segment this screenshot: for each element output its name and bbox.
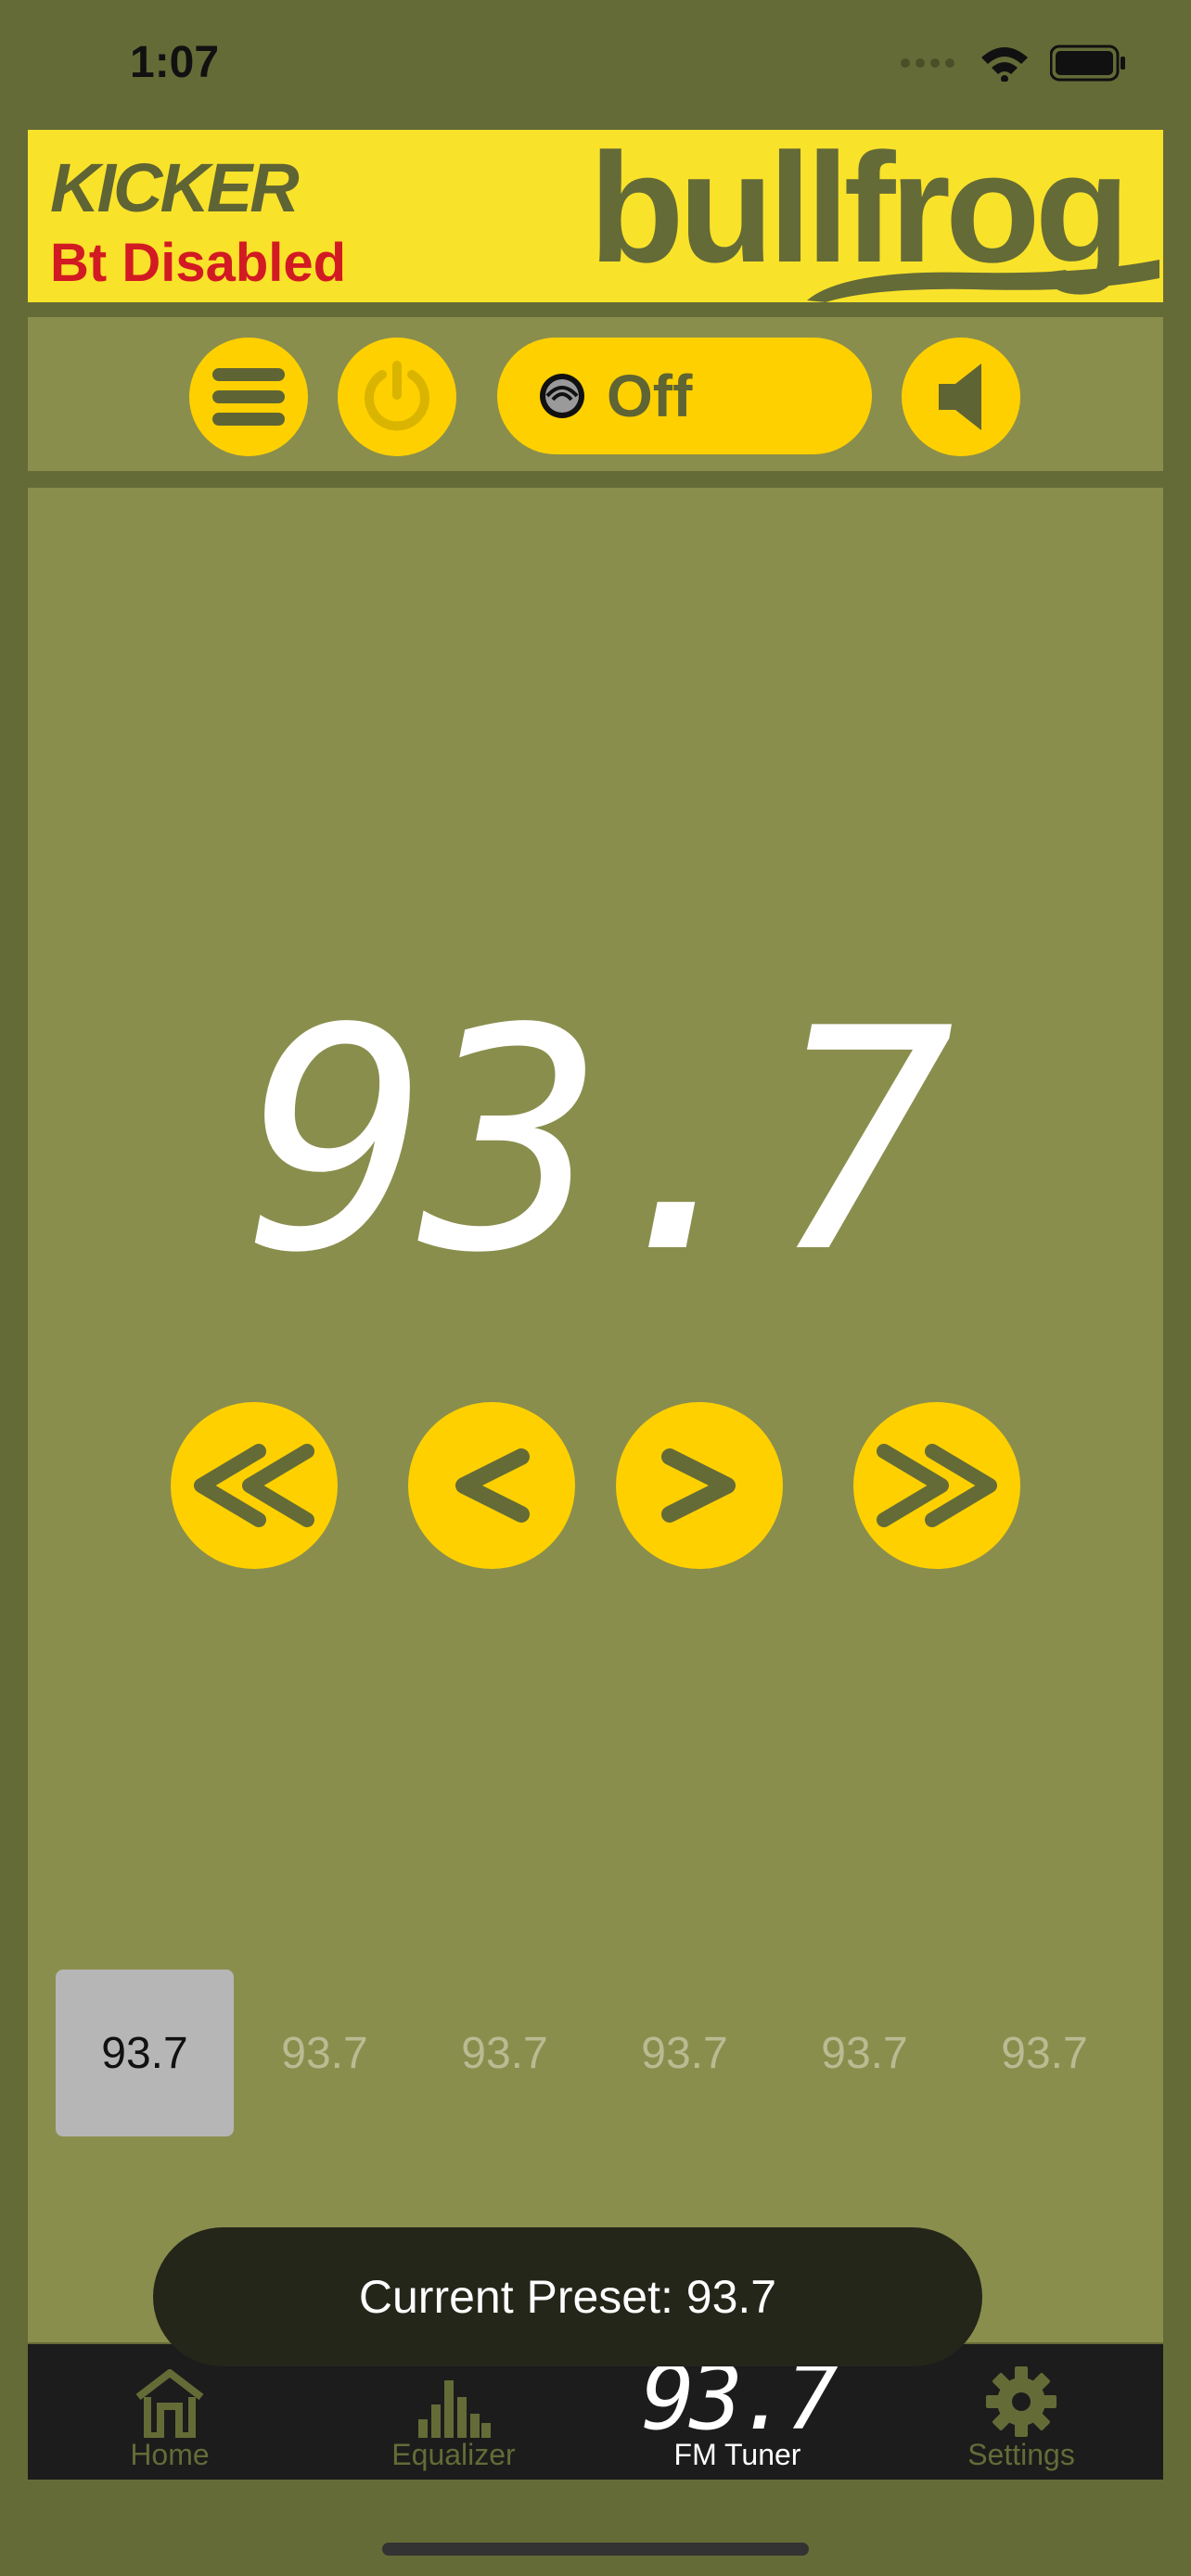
bullfrog-logo-swoosh [807, 260, 1159, 302]
preset-toast: Current Preset: 93.7 [153, 2227, 982, 2366]
gear-icon [986, 2366, 1057, 2437]
seek-back-icon [194, 1444, 314, 1527]
seek-back-button[interactable] [171, 1402, 338, 1569]
home-icon [135, 2369, 204, 2438]
step-forward-button[interactable] [616, 1402, 783, 1569]
control-bar: Off [28, 317, 1163, 471]
step-forward-icon [661, 1448, 736, 1523]
wifi-icon [981, 47, 1028, 82]
battery-icon [1050, 45, 1125, 82]
home-indicator[interactable] [382, 2543, 809, 2556]
bluetooth-status: Bt Disabled [50, 233, 347, 293]
speaker-icon [939, 363, 981, 430]
equalizer-icon [418, 2380, 491, 2438]
step-back-button[interactable] [408, 1402, 575, 1569]
cellular-signal-icon [901, 58, 954, 68]
power-icon [365, 361, 429, 431]
preset-1[interactable]: 93.7 [56, 1970, 234, 2136]
power-button[interactable] [338, 338, 456, 456]
volume-button[interactable] [902, 338, 1020, 456]
preset-4[interactable]: 93.7 [596, 1970, 774, 2136]
preset-3[interactable]: 93.7 [416, 1970, 594, 2136]
seek-forward-icon [877, 1444, 997, 1527]
hamburger-icon [212, 368, 285, 426]
preset-6[interactable]: 93.7 [955, 1970, 1133, 2136]
seek-forward-button[interactable] [853, 1402, 1020, 1569]
app-screen: 1:07 KICKER Bt Disabled bullfrog Off 93.… [0, 0, 1191, 2576]
status-time: 1:07 [130, 38, 220, 87]
header-banner: KICKER Bt Disabled bullfrog [28, 130, 1163, 302]
kicker-logo: KICKER [50, 149, 300, 226]
fm-tuner-icon: 93.7 [641, 2345, 839, 2450]
tab-equalizer-label: Equalizer [391, 2438, 516, 2471]
preset-2[interactable]: 93.7 [236, 1970, 414, 2136]
tab-fm-tuner-label: FM Tuner [673, 2438, 801, 2471]
menu-button[interactable] [189, 338, 308, 456]
source-label: Off [607, 363, 693, 429]
tab-settings-label: Settings [967, 2438, 1075, 2471]
source-selector[interactable]: Off [497, 338, 872, 454]
preset-5[interactable]: 93.7 [775, 1970, 954, 2136]
frequency-display: 93.7 [245, 963, 955, 1320]
status-indicators [900, 45, 1126, 82]
radio-source-icon [540, 374, 584, 418]
tab-home-label: Home [130, 2438, 210, 2471]
step-back-icon [455, 1448, 530, 1523]
